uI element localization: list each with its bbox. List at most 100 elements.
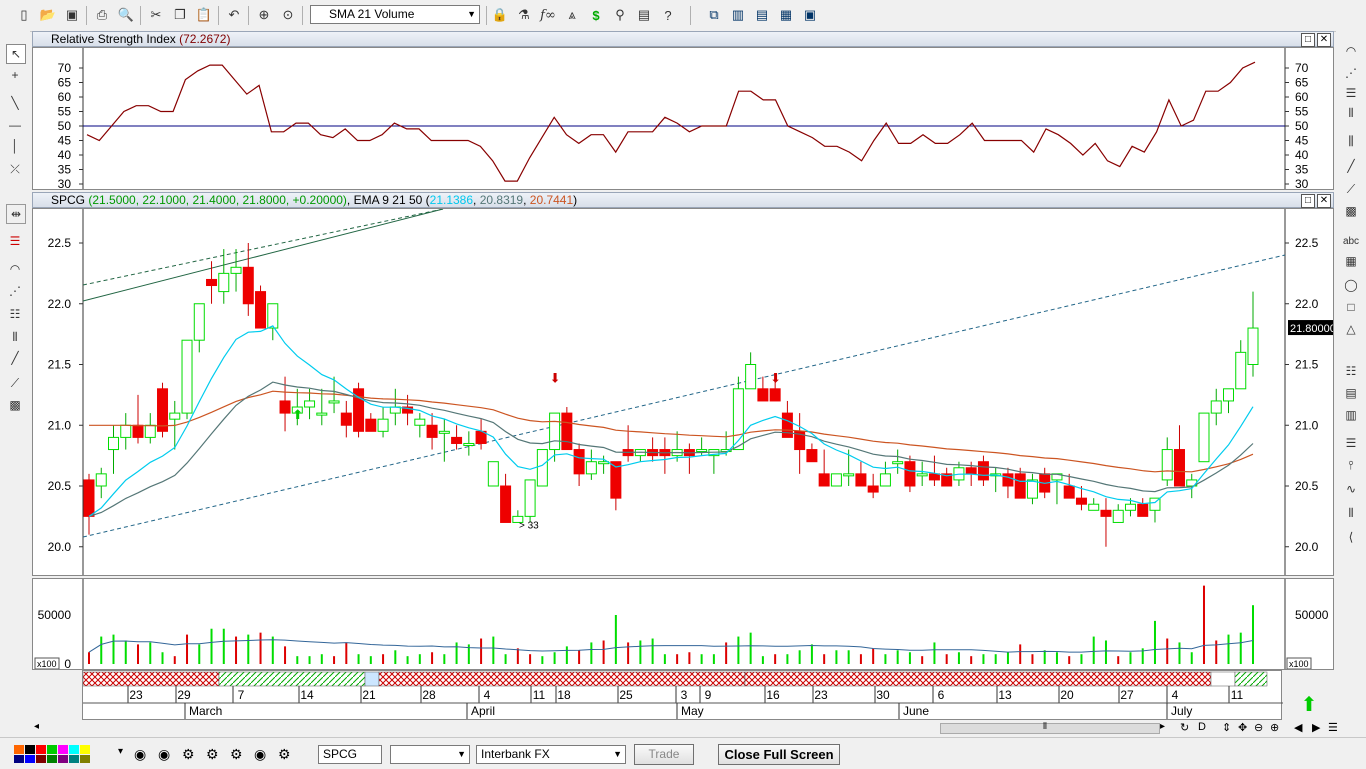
channel-icon[interactable]: ╱ — [6, 349, 24, 367]
tile-horizontal-icon[interactable]: ▤ — [752, 5, 772, 25]
close-full-screen-button[interactable]: Close Full Screen — [718, 744, 840, 765]
tool-icon-1[interactable]: ⚙ — [182, 746, 195, 763]
scroll-left-icon[interactable]: ◂ — [34, 721, 39, 732]
zoom-in-icon[interactable]: ⊕ — [1270, 721, 1279, 734]
table-tool-icon[interactable]: ▦ — [1342, 252, 1360, 270]
text-tool-icon[interactable]: abc — [1342, 232, 1360, 250]
cut-icon[interactable]: ✂ — [146, 5, 166, 25]
rsi-chart[interactable]: 70 70 65 65 60 60 55 55 50 50 45 45 40 40 35 35 30 30 — [32, 47, 1334, 190]
zoom-out-icon[interactable]: ⊖ — [1254, 721, 1263, 734]
paste-icon[interactable]: 📋 — [194, 5, 214, 25]
lock-icon[interactable]: 🔒 — [490, 5, 510, 25]
grid-tool-icon[interactable]: ▥ — [1342, 406, 1360, 424]
wizard-icon[interactable]: ⚗ — [514, 5, 534, 25]
cycle-lines-icon[interactable]: ⦀ — [6, 328, 24, 346]
pattern-tool-icon[interactable]: ▩ — [1342, 202, 1360, 220]
bars-tool-icon[interactable]: ▤ — [1342, 384, 1360, 402]
print-icon[interactable]: ⎙ — [92, 5, 112, 25]
line-tool-icon[interactable]: ╱ — [1342, 157, 1360, 175]
function-icon[interactable]: f∞ — [538, 5, 558, 25]
cascade-windows-icon[interactable]: ⧉ — [704, 5, 724, 25]
tool-icon-2[interactable]: ⚙ — [206, 746, 219, 763]
fib-timezone-icon[interactable]: ☷ — [6, 305, 24, 323]
tile-grid-icon[interactable]: ▦ — [776, 5, 796, 25]
arrange-icon[interactable]: ▣ — [800, 5, 820, 25]
browser-icon-1[interactable]: ◉ — [134, 746, 146, 763]
pointer-icon[interactable]: ↖ — [6, 44, 26, 64]
fan-tool-icon[interactable]: ⋰ — [1342, 64, 1360, 82]
period-d-button[interactable]: D — [1198, 721, 1206, 733]
open-folder-icon[interactable]: 📂 — [38, 5, 58, 25]
list-icon[interactable]: ☰ — [1328, 721, 1338, 734]
browser-icon-3[interactable]: ◉ — [254, 746, 266, 763]
new-file-icon[interactable]: ▯ — [14, 5, 34, 25]
regression-icon[interactable]: ⫼ — [1342, 132, 1360, 150]
candle-body — [573, 449, 585, 475]
volume-chart[interactable]: 500005000000x100x100 — [32, 578, 1334, 670]
close-icon[interactable]: ✕ — [1317, 194, 1331, 208]
palette-dropdown-icon[interactable]: ▾ — [118, 746, 123, 757]
save-icon[interactable]: ▣ — [62, 5, 82, 25]
indicator-select[interactable]: SMA 21 Volume ▼ — [310, 5, 480, 24]
fib-retracement-icon[interactable]: ☰ — [6, 232, 24, 250]
curve-tool-icon[interactable]: ⟨ — [1342, 528, 1360, 546]
fork-tool-icon[interactable]: ⫯ — [1342, 456, 1360, 474]
candle-body — [463, 442, 475, 446]
undo-icon[interactable]: ↶ — [224, 5, 244, 25]
speed-lines-icon[interactable]: ☰ — [1342, 84, 1360, 102]
symbol-field[interactable]: SPCG — [318, 745, 382, 764]
binoculars-icon[interactable]: ⚲ — [610, 5, 630, 25]
ellipse-tool-icon[interactable]: ◯ — [1342, 276, 1360, 294]
color-palette[interactable] — [14, 745, 98, 763]
ray-icon[interactable]: ⤫ — [6, 160, 24, 178]
browser-icon-2[interactable]: ◉ — [158, 746, 170, 763]
horizontal-line-icon[interactable]: — — [6, 116, 24, 134]
trade-button[interactable]: Trade — [634, 744, 694, 765]
rectangle-tool-icon[interactable]: □ — [1342, 298, 1360, 316]
fib-arcs-icon[interactable]: ◠ — [6, 260, 24, 278]
tool-icon-3[interactable]: ⚙ — [230, 746, 243, 763]
price-chart[interactable]: 22.5 22.5 22.0 22.0 21.5 21.5 21.0 21.0 20.5 20.5… — [32, 208, 1334, 576]
scroll-up-arrow-icon[interactable]: ⬆ — [1284, 690, 1334, 718]
vertical-line-icon[interactable]: │ — [6, 137, 24, 155]
cycle-tool-icon[interactable]: ⦀ — [1342, 104, 1360, 122]
triangle-tool-icon[interactable]: △ — [1342, 320, 1360, 338]
candle-body — [1026, 479, 1038, 499]
list-tool-icon[interactable]: ☷ — [1342, 362, 1360, 380]
dollar-icon[interactable]: $ — [586, 5, 606, 25]
crosshair-tool-icon[interactable]: + — [6, 66, 24, 84]
help-icon[interactable]: ? — [658, 5, 678, 25]
ema50-line — [89, 390, 1254, 473]
wave-tool-icon[interactable]: ∿ — [1342, 480, 1360, 498]
provider-select[interactable]: Interbank FX ▼ — [476, 745, 626, 764]
next-icon[interactable]: ▶ — [1312, 721, 1320, 734]
zoom-icon[interactable]: ⊙ — [278, 5, 298, 25]
expand-icon[interactable]: ⇹ — [6, 204, 26, 224]
tool-icon-4[interactable]: ⚙ — [278, 746, 291, 763]
maximize-icon[interactable]: □ — [1301, 194, 1315, 208]
gann-fan-icon[interactable]: ⟋ — [6, 374, 24, 392]
chart-tool-icon[interactable]: ⩓ — [562, 5, 582, 25]
close-icon[interactable]: ✕ — [1317, 33, 1331, 47]
cycle-icon[interactable]: ⦀ — [1342, 504, 1360, 522]
scroll-right-icon[interactable]: ▸ — [1160, 721, 1165, 732]
vertical-scale-icon[interactable]: ⇕ — [1222, 721, 1231, 734]
timeframe-select[interactable]: ▼ — [390, 745, 470, 764]
maximize-icon[interactable]: □ — [1301, 33, 1315, 47]
move-icon[interactable]: ✥ — [1238, 721, 1247, 734]
properties-icon[interactable]: ▤ — [634, 5, 654, 25]
gann-grid-icon[interactable]: ▩ — [6, 396, 24, 414]
trendline-icon[interactable]: ╲ — [6, 94, 24, 112]
fib-tool-icon[interactable]: ☰ — [1342, 434, 1360, 452]
angle-tool-icon[interactable]: ⟋ — [1342, 180, 1360, 198]
refresh-icon[interactable]: ↻ — [1180, 721, 1189, 734]
arc-tool-icon[interactable]: ◠ — [1342, 42, 1360, 60]
prev-icon[interactable]: ◀ — [1294, 721, 1302, 734]
horizontal-scrollbar[interactable]: ⦀ — [940, 721, 1160, 734]
print-preview-icon[interactable]: 🔍 — [116, 5, 136, 25]
crosshair-icon[interactable]: ⊕ — [254, 5, 274, 25]
copy-icon[interactable]: ❐ — [170, 5, 190, 25]
fib-fan-icon[interactable]: ⋰ — [6, 282, 24, 300]
tile-vertical-icon[interactable]: ▥ — [728, 5, 748, 25]
candle-body — [500, 485, 512, 523]
